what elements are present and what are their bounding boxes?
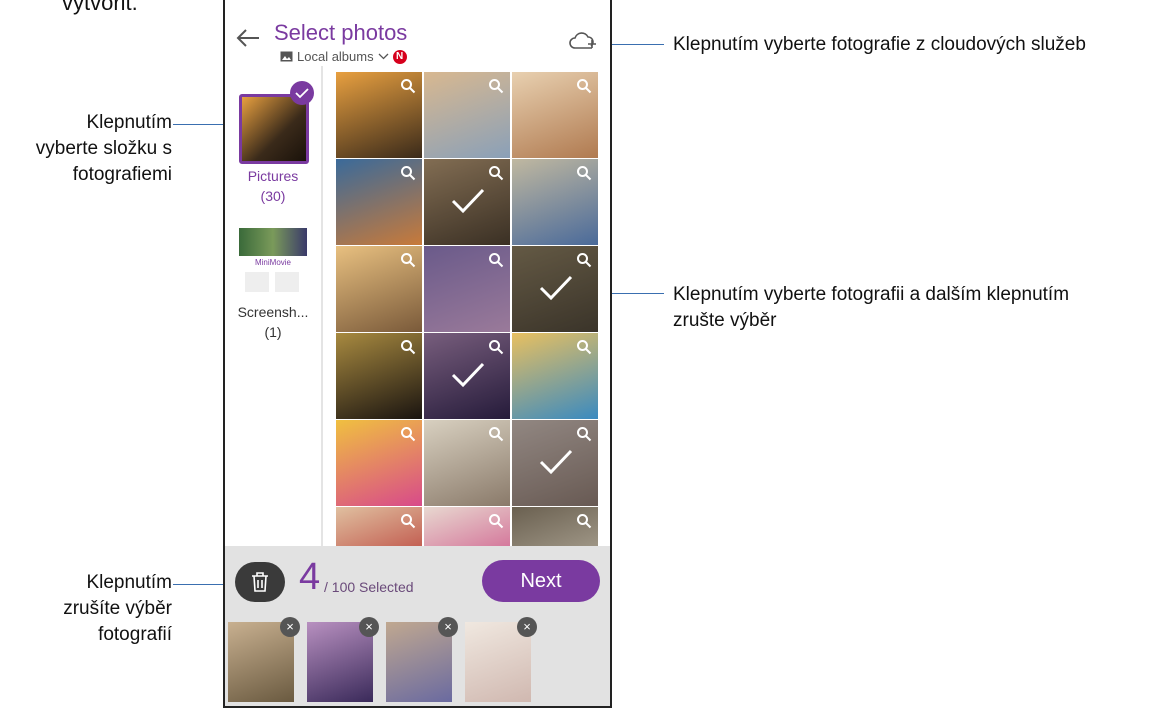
callout-photo-line2: zrušte výběr — [673, 310, 777, 331]
zoom-icon[interactable] — [488, 252, 504, 268]
album-source-dropdown[interactable]: Local albums N — [280, 49, 407, 64]
remove-photo-button[interactable]: × — [517, 617, 537, 637]
zoom-icon[interactable] — [576, 513, 592, 529]
chevron-down-icon — [378, 53, 389, 60]
zoom-icon[interactable] — [400, 165, 416, 181]
zoom-icon[interactable] — [400, 426, 416, 442]
zoom-icon[interactable] — [488, 513, 504, 529]
album-source-label: Local albums — [297, 49, 374, 64]
new-badge: N — [392, 49, 407, 64]
selected-count: 4 — [299, 556, 321, 598]
back-button[interactable] — [235, 26, 261, 54]
zoom-icon[interactable] — [400, 252, 416, 268]
callout-folder-line2: vyberte složku s — [35, 138, 172, 159]
zoom-icon[interactable] — [576, 165, 592, 181]
zoom-icon[interactable] — [576, 252, 592, 268]
next-button[interactable]: Next — [482, 560, 600, 602]
cloud-button[interactable] — [569, 32, 599, 55]
photo-tile[interactable] — [336, 420, 422, 506]
photo-grid — [336, 72, 598, 546]
zoom-icon[interactable] — [400, 513, 416, 529]
callout-deselect-line1: Klepnutím — [86, 572, 172, 593]
callout-deselect-line2: zrušíte výběr — [63, 598, 172, 619]
zoom-icon[interactable] — [576, 78, 592, 94]
photo-tile[interactable] — [336, 159, 422, 245]
photo-tile[interactable] — [424, 159, 510, 245]
remove-photo-button[interactable]: × — [438, 617, 458, 637]
photo-tile[interactable] — [512, 246, 598, 332]
screenshot-preview-image — [239, 228, 307, 256]
album-divider — [321, 66, 323, 546]
callout-folder-line1: Klepnutím — [86, 112, 172, 133]
check-icon — [539, 275, 573, 301]
selection-bar: 4 / 100 Selected Next × × × × — [225, 546, 610, 706]
photo-tile[interactable] — [512, 72, 598, 158]
zoom-icon[interactable] — [488, 78, 504, 94]
album-screenshots-name: Screensh... — [237, 304, 309, 320]
callout-photo-line1: Klepnutím vyberte fotografii a dalším kl… — [673, 284, 1070, 305]
zoom-icon[interactable] — [576, 426, 592, 442]
zoom-icon[interactable] — [576, 339, 592, 355]
screenshot-preview-text: MiniMovie — [254, 258, 291, 267]
photo-tile[interactable] — [424, 420, 510, 506]
photo-tile[interactable] — [512, 420, 598, 506]
clear-selection-button[interactable] — [235, 562, 285, 602]
zoom-icon[interactable] — [488, 339, 504, 355]
photo-tile[interactable] — [336, 72, 422, 158]
photo-tile[interactable] — [336, 507, 422, 546]
cloud-add-icon — [569, 32, 596, 49]
album-pictures-label: Pictures (30) — [225, 166, 321, 206]
album-screenshots-label: Screensh... (1) — [225, 302, 321, 342]
album-list: Pictures (30) MiniMovie Screensh... (1) — [225, 74, 321, 544]
photo-tile[interactable] — [424, 333, 510, 419]
selected-total-label: / 100 Selected — [324, 579, 414, 595]
remove-photo-button[interactable]: × — [280, 617, 300, 637]
page-title: Select photos — [274, 20, 408, 45]
photo-tile[interactable] — [424, 507, 510, 546]
zoom-icon[interactable] — [488, 165, 504, 181]
phone-screen: Select photos Local albums N Pictures (3… — [223, 0, 612, 708]
callout-deselect-line3: fotografií — [98, 624, 172, 645]
check-icon — [451, 362, 485, 388]
remove-photo-button[interactable]: × — [359, 617, 379, 637]
album-screenshots[interactable]: MiniMovie — [239, 228, 307, 296]
check-icon — [539, 449, 573, 475]
album-pictures-count: (30) — [260, 188, 286, 204]
callout-folder-line3: fotografiemi — [72, 164, 172, 185]
photo-tile[interactable] — [424, 246, 510, 332]
callout-photo: Klepnutím vyberte fotografii a dalším kl… — [673, 282, 1069, 334]
zoom-icon[interactable] — [400, 78, 416, 94]
arrow-left-icon — [236, 29, 259, 47]
page-top-fragment: vytvořit. — [62, 0, 138, 15]
photo-tile[interactable] — [512, 333, 598, 419]
zoom-icon[interactable] — [488, 426, 504, 442]
album-pictures-name: Pictures — [247, 168, 299, 184]
screenshot-preview-tile-1 — [245, 272, 269, 292]
album-check-icon — [290, 81, 314, 105]
photo-tile[interactable] — [512, 159, 598, 245]
album-screenshots-count: (1) — [264, 324, 282, 340]
photo-tile[interactable] — [336, 333, 422, 419]
album-icon — [280, 51, 293, 62]
check-icon — [451, 188, 485, 214]
screenshot-preview-tile-2 — [275, 272, 299, 292]
photo-tile[interactable] — [424, 72, 510, 158]
trash-icon — [252, 572, 268, 592]
callout-folder: Klepnutím vyberte složku s fotografiemi — [0, 110, 172, 188]
zoom-icon[interactable] — [400, 339, 416, 355]
photo-tile[interactable] — [512, 507, 598, 546]
callout-cloud: Klepnutím vyberte fotografie z cloudovýc… — [673, 34, 1086, 55]
callout-deselect: Klepnutím zrušíte výběr fotografií — [0, 570, 172, 648]
photo-tile[interactable] — [336, 246, 422, 332]
